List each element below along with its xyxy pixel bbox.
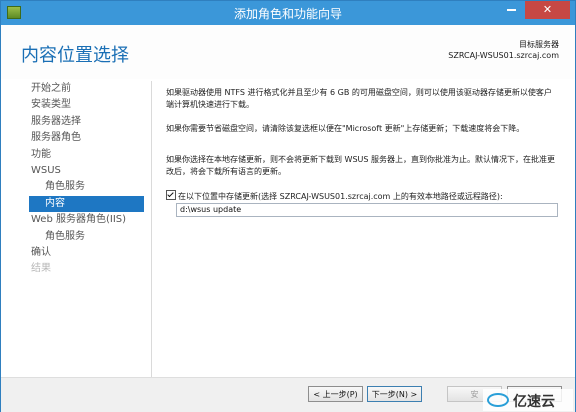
close-button[interactable]: ✕ <box>525 1 570 19</box>
previous-button[interactable]: < 上一步(P) <box>308 386 363 402</box>
nav-item-before-you-begin[interactable]: 开始之前 <box>29 81 144 97</box>
content-path-input[interactable]: d:\wsus update <box>176 203 558 217</box>
minimize-button[interactable] <box>498 1 524 19</box>
nav-item-confirmation[interactable]: 确认 <box>29 245 144 261</box>
store-updates-option[interactable]: 在以下位置中存储更新(选择 SZRCAJ-WSUS01.szrcaj.com 上… <box>166 190 558 203</box>
nav-item-results: 结果 <box>31 263 51 275</box>
title-bar[interactable]: 添加角色和功能向导 ✕ <box>1 1 575 25</box>
watermark-text: 亿速云 <box>513 394 555 410</box>
content-panel: 如果驱动器使用 NTFS 进行格式化并且至少有 6 GB 的可用磁盘空间，则可以… <box>151 81 564 379</box>
local-storage-info-text: 如果你选择在本地存储更新，则不会将更新下载到 WSUS 服务器上，直到你批准为止… <box>166 155 556 176</box>
target-server-label: 目标服务器 <box>519 40 559 49</box>
store-updates-checkbox[interactable] <box>166 190 176 200</box>
wizard-steps-nav: 开始之前 安装类型 服务器选择 服务器角色 功能 WSUS 角色服务 内容 We… <box>29 81 144 278</box>
nav-item-iis-role-services[interactable]: 角色服务 <box>29 229 144 245</box>
cloud-logo-icon <box>487 393 509 407</box>
store-updates-label: 在以下位置中存储更新(选择 SZRCAJ-WSUS01.szrcaj.com 上… <box>178 192 503 201</box>
next-button[interactable]: 下一步(N) > <box>367 386 422 402</box>
minimize-icon <box>506 9 516 11</box>
page-title: 内容位置选择 <box>21 45 129 66</box>
watermark: 亿速云 <box>483 389 573 411</box>
nav-item-server-selection[interactable]: 服务器选择 <box>29 114 144 130</box>
wizard-window: 添加角色和功能向导 ✕ 内容位置选择 目标服务器 SZRCAJ-WSUS01.s… <box>0 0 576 412</box>
nav-item-server-roles[interactable]: 服务器角色 <box>29 130 144 146</box>
target-server-value: SZRCAJ-WSUS01.szrcaj.com <box>448 51 559 60</box>
nav-item-wsus-role-services[interactable]: 角色服务 <box>29 179 144 195</box>
ntfs-info-text: 如果驱动器使用 NTFS 进行格式化并且至少有 6 GB 的可用磁盘空间，则可以… <box>166 88 552 109</box>
nav-item-wsus[interactable]: WSUS <box>29 163 144 179</box>
close-icon: ✕ <box>542 3 553 16</box>
nav-item-content[interactable]: 内容 <box>29 195 144 213</box>
nav-item-web-server-role[interactable]: Web 服务器角色(IIS) <box>29 212 144 228</box>
disk-space-info-text: 如果你需要节省磁盘空间，请清除该复选框以便在"Microsoft 更新"上存储更… <box>166 124 525 133</box>
nav-item-installation-type[interactable]: 安装类型 <box>29 97 144 113</box>
nav-item-features[interactable]: 功能 <box>29 147 144 163</box>
window-title: 添加角色和功能向导 <box>233 7 342 21</box>
wizard-header: 内容位置选择 目标服务器 SZRCAJ-WSUS01.szrcaj.com <box>1 25 575 79</box>
